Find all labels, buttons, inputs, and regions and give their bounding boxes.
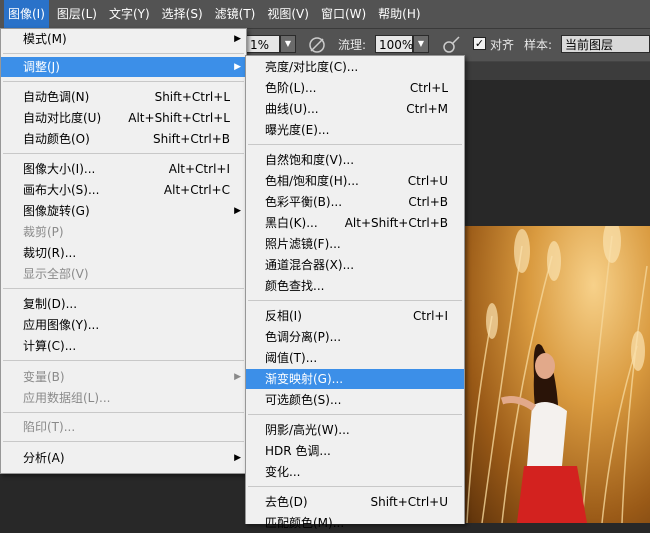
menu-item-mode[interactable]: 模式(M) ▶	[1, 29, 246, 49]
menu-separator	[248, 144, 462, 145]
menu-item-apply-data-set[interactable]: 应用数据组(L)...	[1, 388, 246, 408]
menu-item-hdr-toning[interactable]: HDR 色调...	[246, 441, 464, 461]
canvas-photo	[462, 226, 650, 523]
menu-item-levels[interactable]: 色阶(L)... Ctrl+L	[246, 78, 464, 98]
opacity-dropdown-arrow[interactable]: ▼	[280, 35, 296, 53]
menu-item-black-white[interactable]: 黑白(K)... Alt+Shift+Ctrl+B	[246, 213, 464, 233]
menu-item-gradient-map[interactable]: 渐变映射(G)...	[246, 369, 464, 389]
menu-type[interactable]: 文字(Y)	[105, 0, 154, 28]
menu-separator	[3, 412, 244, 413]
menu-item-invert[interactable]: 反相(I) Ctrl+I	[246, 306, 464, 326]
menu-item-trap[interactable]: 陷印(T)...	[1, 417, 246, 437]
menu-item-shadows-highlights[interactable]: 阴影/高光(W)...	[246, 420, 464, 440]
adjustments-submenu: 亮度/对比度(C)... 色阶(L)... Ctrl+L 曲线(U)... Ctrl…	[245, 55, 465, 530]
menu-separator	[3, 81, 244, 82]
menu-item-posterize[interactable]: 色调分离(P)...	[246, 327, 464, 347]
menu-item-exposure[interactable]: 曝光度(E)...	[246, 120, 464, 140]
menu-item-vibrance[interactable]: 自然饱和度(V)...	[246, 150, 464, 170]
menu-item-adjustments[interactable]: 调整(J) ▶	[1, 57, 246, 77]
menu-item-apply-image[interactable]: 应用图像(Y)...	[1, 315, 246, 335]
menu-item-auto-contrast[interactable]: 自动对比度(U) Alt+Shift+Ctrl+L	[1, 108, 246, 128]
menu-separator	[248, 486, 462, 487]
menu-help[interactable]: 帮助(H)	[374, 0, 424, 28]
menu-item-canvas-size[interactable]: 画布大小(S)... Alt+Ctrl+C	[1, 180, 246, 200]
menu-item-threshold[interactable]: 阈值(T)...	[246, 348, 464, 368]
menu-item-crop[interactable]: 裁剪(P)	[1, 222, 246, 242]
menu-item-image-rotation[interactable]: 图像旋转(G) ▶	[1, 201, 246, 221]
flow-label: 流理:	[338, 38, 367, 52]
menu-image[interactable]: 图像(I)	[4, 0, 49, 28]
aligned-checkbox[interactable]: ✓	[473, 37, 486, 50]
menu-view[interactable]: 视图(V)	[263, 0, 313, 28]
menu-separator	[248, 414, 462, 415]
menubar: 图像(I) 图层(L) 文字(Y) 选择(S) 滤镜(T) 视图(V) 窗口(W…	[0, 0, 650, 29]
submenu-arrow-icon: ▶	[234, 62, 241, 72]
menu-filter[interactable]: 滤镜(T)	[211, 0, 260, 28]
menu-item-channel-mixer[interactable]: 通道混合器(X)...	[246, 255, 464, 275]
menu-separator	[3, 153, 244, 154]
menu-separator	[248, 300, 462, 301]
flow-field[interactable]: 100%	[375, 35, 413, 53]
menu-item-desaturate[interactable]: 去色(D) Shift+Ctrl+U	[246, 492, 464, 512]
menu-item-calculations[interactable]: 计算(C)...	[1, 336, 246, 356]
menu-item-selective-color[interactable]: 可选颜色(S)...	[246, 390, 464, 410]
menu-item-photo-filter[interactable]: 照片滤镜(F)...	[246, 234, 464, 254]
aligned-label: 对齐	[490, 38, 515, 52]
menu-item-analysis[interactable]: 分析(A) ▶	[1, 448, 246, 468]
image-menu: 模式(M) ▶ 调整(J) ▶ 自动色调(N) Shift+Ctrl+L 自动对比度(…	[0, 28, 247, 474]
menu-item-auto-tone[interactable]: 自动色调(N) Shift+Ctrl+L	[1, 87, 246, 107]
menu-item-auto-color[interactable]: 自动颜色(O) Shift+Ctrl+B	[1, 129, 246, 149]
submenu-arrow-icon: ▶	[234, 206, 241, 216]
airbrush-icon[interactable]	[441, 35, 463, 55]
menu-item-color-balance[interactable]: 色彩平衡(B)... Ctrl+B	[246, 192, 464, 212]
menu-separator	[3, 288, 244, 289]
menu-select[interactable]: 选择(S)	[158, 0, 207, 28]
menu-item-brightness-contrast[interactable]: 亮度/对比度(C)...	[246, 57, 464, 77]
menu-item-color-lookup[interactable]: 颜色查找...	[246, 276, 464, 296]
sample-select[interactable]: 当前图层	[561, 35, 650, 53]
menu-window[interactable]: 窗口(W)	[317, 0, 370, 28]
menu-separator	[3, 441, 244, 442]
menu-item-curves[interactable]: 曲线(U)... Ctrl+M	[246, 99, 464, 119]
menu-item-image-size[interactable]: 图像大小(I)... Alt+Ctrl+I	[1, 159, 246, 179]
menu-item-variations[interactable]: 变化...	[246, 462, 464, 482]
opacity-field[interactable]: 1%	[246, 35, 280, 53]
menu-item-match-color[interactable]: 匹配颜色(M)...	[246, 513, 464, 533]
menu-item-hue-saturation[interactable]: 色相/饱和度(H)... Ctrl+U	[246, 171, 464, 191]
submenu-arrow-icon: ▶	[234, 453, 241, 463]
menu-layer[interactable]: 图层(L)	[53, 0, 101, 28]
airbrush-pressure-icon[interactable]	[307, 35, 329, 55]
menu-item-reveal-all[interactable]: 显示全部(V)	[1, 264, 246, 284]
sample-label: 样本:	[524, 38, 553, 52]
menu-item-trim[interactable]: 裁切(R)...	[1, 243, 246, 263]
submenu-arrow-icon: ▶	[234, 34, 241, 44]
submenu-arrow-icon: ▶	[234, 372, 241, 382]
menu-separator	[3, 53, 244, 54]
menu-item-variables[interactable]: 变量(B) ▶	[1, 367, 246, 387]
menu-separator	[3, 360, 244, 361]
flow-dropdown-arrow[interactable]: ▼	[413, 35, 429, 53]
menu-item-duplicate[interactable]: 复制(D)...	[1, 294, 246, 314]
